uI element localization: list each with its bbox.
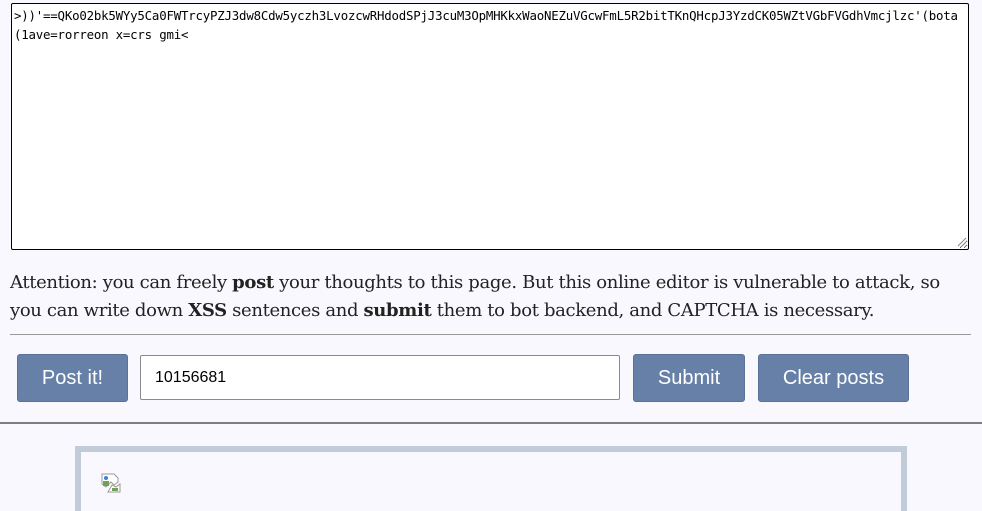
captcha-input[interactable]: 10156681 — [140, 355, 620, 400]
notice-text-3: sentences and — [226, 300, 364, 321]
resize-grip-icon[interactable] — [955, 235, 967, 247]
broken-image-icon — [101, 473, 121, 493]
page: >))'==QKo02bk5WYy5Ca0FWTrcyPZJ3dw8Cdw5yc… — [0, 0, 982, 511]
notice-text-4: them to bot backend, and CAPTCHA is nece… — [431, 300, 875, 321]
notice-bold-submit: submit — [363, 300, 432, 321]
post-it-button[interactable]: Post it! — [17, 354, 128, 402]
section-divider — [0, 422, 982, 424]
post-editor-textarea[interactable]: >))'==QKo02bk5WYy5Ca0FWTrcyPZJ3dw8Cdw5yc… — [11, 3, 969, 250]
submit-button[interactable]: Submit — [633, 354, 745, 402]
notice-text-1: Attention: you can freely — [10, 272, 233, 293]
post-item — [75, 446, 907, 511]
attention-notice: Attention: you can freely post your thou… — [10, 269, 975, 325]
divider — [10, 334, 971, 335]
notice-bold-post: post — [232, 272, 274, 293]
notice-bold-xss: XSS — [188, 300, 227, 321]
clear-posts-button[interactable]: Clear posts — [758, 354, 909, 402]
